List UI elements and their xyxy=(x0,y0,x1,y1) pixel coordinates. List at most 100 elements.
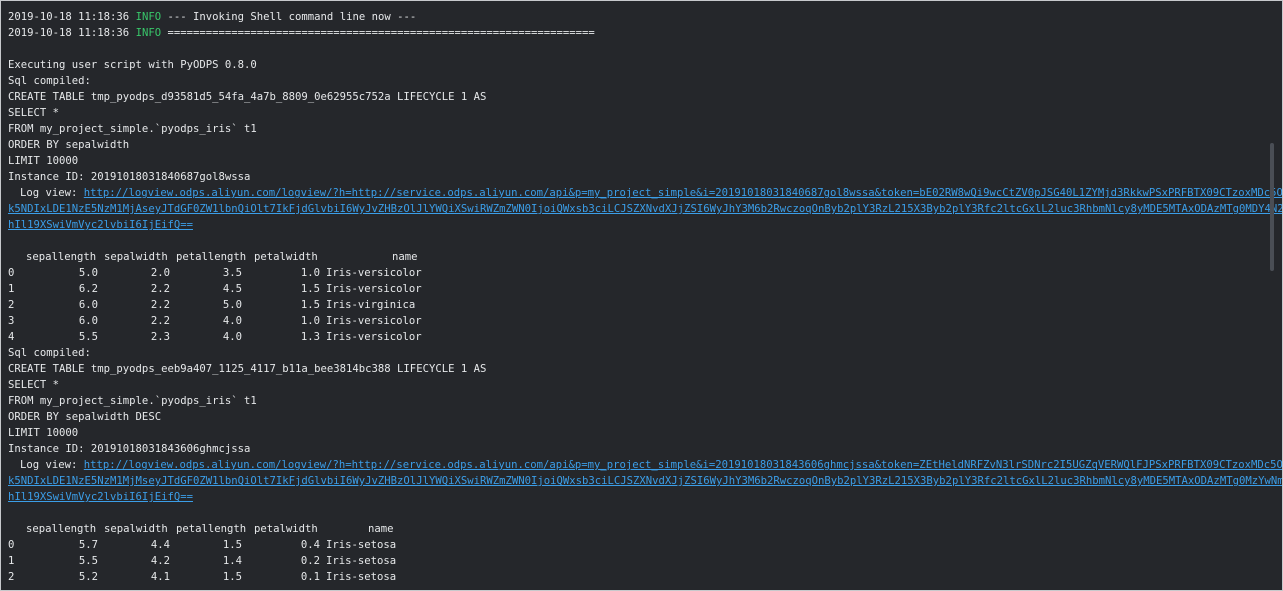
table-cell: 4.5 xyxy=(222,283,242,295)
sql-from-line: FROM my_project_simple.`pyodps_iris` t1 xyxy=(8,123,257,135)
table-cell: 2.2 xyxy=(150,299,170,311)
column-header: sepallength xyxy=(26,523,97,535)
table-cell: 0.4 xyxy=(300,539,320,551)
logview-link-continued[interactable]: hIl19XSwiVmVyc2lvbiI6IjEifQ== xyxy=(8,491,193,503)
table-cell: 6.0 xyxy=(78,299,98,311)
table-cell: Iris-versicolor xyxy=(326,331,422,343)
table-cell: 1.3 xyxy=(300,331,320,343)
sql-order-line: ORDER BY sepalwidth xyxy=(8,139,130,151)
table-cell: 4.4 xyxy=(150,539,170,551)
sql-limit-line: LIMIT 10000 xyxy=(8,427,79,439)
table-row: 1 6.2 2.2 4.5 1.5 Iris-versicolor xyxy=(8,281,1266,297)
row-index: 2 xyxy=(8,299,15,311)
logview-row: Log view: http://logview.odps.aliyun.com… xyxy=(8,457,1282,473)
sql-select-line: SELECT * xyxy=(8,379,60,391)
table-cell: Iris-setosa xyxy=(326,571,397,583)
logview-row-continued: k5NDIxLDE1NzE5NzM1MjMseyJTdGF0ZW1lbnQiOl… xyxy=(8,473,1282,489)
log-level: INFO xyxy=(135,11,162,23)
table-cell: 2.2 xyxy=(150,283,170,295)
table-cell: Iris-setosa xyxy=(326,555,397,567)
table-row: 0 5.0 2.0 3.5 1.0 Iris-versicolor xyxy=(8,265,1266,281)
table-cell: 1.0 xyxy=(300,315,320,327)
table-cell: 0.2 xyxy=(300,555,320,567)
column-header: petallength xyxy=(176,251,247,263)
sql-create-line: CREATE TABLE tmp_pyodps_eeb9a407_1125_41… xyxy=(8,363,487,375)
log-message: ========================================… xyxy=(167,27,595,39)
sql-select-line: SELECT * xyxy=(8,107,60,119)
table-cell: 1.5 xyxy=(222,539,242,551)
sql-order-line: ORDER BY sepalwidth DESC xyxy=(8,411,162,423)
instance-id: Instance ID: 20191018031840687gol8wssa xyxy=(8,171,251,183)
table-cell: 1.5 xyxy=(222,571,242,583)
table-cell: 1.4 xyxy=(222,555,242,567)
table-row: 2 6.0 2.2 5.0 1.5 Iris-virginica xyxy=(8,297,1266,313)
table-row: 3 6.0 2.2 4.0 1.0 Iris-versicolor xyxy=(8,313,1266,329)
log-level: INFO xyxy=(135,27,162,39)
table-cell: 4.2 xyxy=(150,555,170,567)
logview-row-continued: hIl19XSwiVmVyc2lvbiI6IjEifQ== xyxy=(8,217,1266,233)
column-header: petalwidth xyxy=(254,251,318,263)
table-cell: 1.5 xyxy=(300,283,320,295)
table-cell: 4.0 xyxy=(222,331,242,343)
executing-line: Executing user script with PyODPS 0.8.0 xyxy=(8,59,257,71)
logview-link[interactable]: http://logview.odps.aliyun.com/logview/?… xyxy=(84,459,1282,471)
logview-label: Log view: xyxy=(20,459,78,471)
column-header: petallength xyxy=(176,523,247,535)
logview-link-continued[interactable]: k5NDIxLDE1NzE5NzM1MjAseyJTdGF0ZW1lbnQiOl… xyxy=(8,203,1282,215)
table-cell: 5.2 xyxy=(78,571,98,583)
table-row: 0 5.7 4.4 1.5 0.4 Iris-setosa xyxy=(8,537,1266,553)
table-cell: 0.1 xyxy=(300,571,320,583)
table-cell: Iris-setosa xyxy=(326,539,397,551)
vertical-scrollbar[interactable] xyxy=(1270,143,1274,271)
row-index: 2 xyxy=(8,571,15,583)
logview-link[interactable]: http://logview.odps.aliyun.com/logview/?… xyxy=(84,187,1282,199)
log-line: 2019-10-18 11:18:36 INFO ===============… xyxy=(8,25,1266,41)
column-header: sepalwidth xyxy=(104,523,168,535)
table-cell: 2.3 xyxy=(150,331,170,343)
table-cell: 4.1 xyxy=(150,571,170,583)
table-row: 1 5.5 4.2 1.4 0.2 Iris-setosa xyxy=(8,553,1266,569)
table-cell: 3.5 xyxy=(222,267,242,279)
logview-row: Log view: http://logview.odps.aliyun.com… xyxy=(8,185,1282,201)
log-message: --- Invoking Shell command line now --- xyxy=(167,11,417,23)
table-cell: 1.0 xyxy=(300,267,320,279)
table-cell: Iris-versicolor xyxy=(326,267,422,279)
column-header: petalwidth xyxy=(254,523,318,535)
logview-label: Log view: xyxy=(20,187,78,199)
table-cell: 4.0 xyxy=(222,315,242,327)
table-cell: Iris-versicolor xyxy=(326,315,422,327)
table-cell: 5.0 xyxy=(78,267,98,279)
console-output: 2019-10-18 11:18:36 INFO --- Invoking Sh… xyxy=(8,9,1282,587)
row-index: 0 xyxy=(8,267,15,279)
row-index: 1 xyxy=(8,555,15,567)
table-cell: 2.2 xyxy=(150,315,170,327)
table-row: 2 5.2 4.1 1.5 0.1 Iris-setosa xyxy=(8,569,1266,585)
table-cell: 5.0 xyxy=(222,299,242,311)
logview-link-continued[interactable]: k5NDIxLDE1NzE5NzM1MjMseyJTdGF0ZW1lbnQiOl… xyxy=(8,475,1282,487)
sql-create-line: CREATE TABLE tmp_pyodps_d93581d5_54fa_4a… xyxy=(8,91,487,103)
console-window: 2019-10-18 11:18:36 INFO --- Invoking Sh… xyxy=(0,0,1283,591)
table-cell: 6.2 xyxy=(78,283,98,295)
logview-link-continued[interactable]: hIl19XSwiVmVyc2lvbiI6IjEifQ== xyxy=(8,219,193,231)
log-line: 2019-10-18 11:18:36 INFO --- Invoking Sh… xyxy=(8,9,1266,25)
column-header: sepalwidth xyxy=(104,251,168,263)
result-table-header: sepallength sepalwidth petallength petal… xyxy=(8,249,1266,265)
table-cell: 2.0 xyxy=(150,267,170,279)
sql-compiled-label: Sql compiled: xyxy=(8,75,91,87)
sql-compiled-label: Sql compiled: xyxy=(8,347,91,359)
table-cell: Iris-versicolor xyxy=(326,283,422,295)
table-cell: Iris-virginica xyxy=(326,299,416,311)
logview-row-continued: k5NDIxLDE1NzE5NzM1MjAseyJTdGF0ZW1lbnQiOl… xyxy=(8,201,1282,217)
table-cell: 5.7 xyxy=(78,539,98,551)
row-index: 3 xyxy=(8,315,15,327)
table-row: 4 5.5 2.3 4.0 1.3 Iris-versicolor xyxy=(8,329,1266,345)
row-index: 4 xyxy=(8,331,15,343)
sql-from-line: FROM my_project_simple.`pyodps_iris` t1 xyxy=(8,395,257,407)
table-cell: 5.5 xyxy=(78,555,98,567)
instance-id: Instance ID: 20191018031843606ghmcjssa xyxy=(8,443,251,455)
column-header: name xyxy=(392,251,418,263)
table-cell: 1.5 xyxy=(300,299,320,311)
table-cell: 6.0 xyxy=(78,315,98,327)
